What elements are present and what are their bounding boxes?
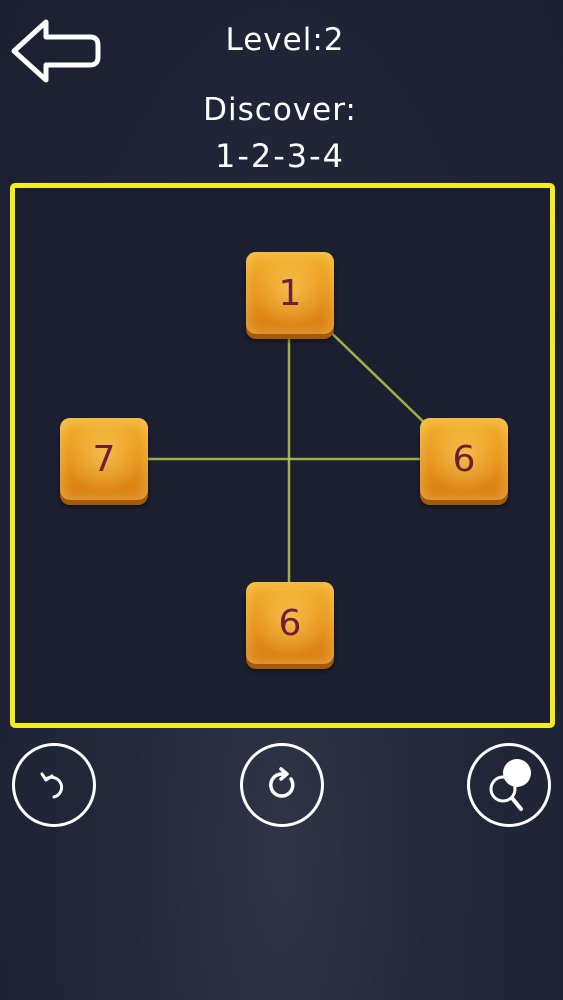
magnifier-hint-icon (489, 759, 531, 811)
tile-number: 6 (452, 438, 476, 480)
goal-sequence: 1-2-3-4 (214, 137, 346, 175)
number-tile[interactable]: 7 (60, 418, 148, 500)
level-label: Level:2 (225, 22, 345, 58)
restart-button[interactable] (240, 743, 324, 827)
number-tile[interactable]: 1 (246, 252, 334, 334)
restart-icon (269, 767, 295, 798)
undo-button[interactable] (12, 743, 96, 827)
goal-label: Discover: (203, 92, 357, 128)
number-tile[interactable]: 6 (420, 418, 508, 500)
tile-number: 6 (278, 602, 302, 644)
tile-number: 1 (278, 272, 302, 314)
back-button[interactable] (10, 18, 102, 84)
undo-icon (40, 772, 64, 799)
arrow-left-outline-icon (11, 19, 101, 83)
number-tile[interactable]: 6 (246, 582, 334, 664)
hint-button[interactable] (467, 743, 551, 827)
tile-number: 7 (92, 438, 116, 480)
